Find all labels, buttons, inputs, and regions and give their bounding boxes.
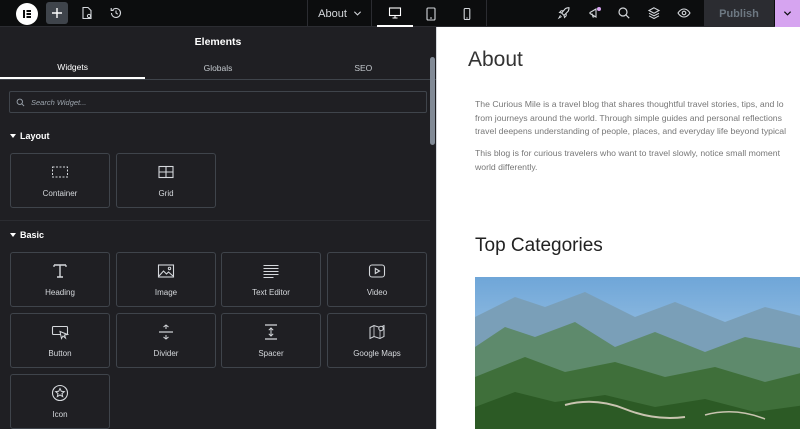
tab-seo[interactable]: SEO <box>291 56 436 79</box>
preview-button[interactable] <box>673 2 695 24</box>
top-bar: About Publish <box>0 0 800 27</box>
widget-google-maps[interactable]: Google Maps <box>327 313 427 368</box>
widget-label: Grid <box>158 189 174 198</box>
mountain-landscape-image <box>475 277 800 429</box>
page-selector[interactable]: About <box>309 0 371 27</box>
structure-button[interactable] <box>643 2 665 24</box>
section-heading[interactable]: Top Categories <box>475 235 603 257</box>
caret-down-icon <box>10 233 16 237</box>
button-icon <box>51 325 69 340</box>
heading-icon <box>53 264 67 278</box>
container-icon <box>52 166 68 178</box>
section-layout-toggle[interactable]: Layout <box>10 131 50 141</box>
text-line: This blog is for curious travelers who w… <box>475 148 780 158</box>
widget-label: Divider <box>153 349 179 358</box>
site-settings-button[interactable] <box>553 2 575 24</box>
elementor-logo-icon[interactable] <box>16 3 38 25</box>
widget-container[interactable]: Container <box>10 153 110 208</box>
publish-button[interactable]: Publish <box>704 0 774 27</box>
search-icon <box>618 7 630 19</box>
widget-label: Text Editor <box>252 288 290 297</box>
widget-image[interactable]: Image <box>116 252 216 307</box>
chevron-down-icon <box>353 11 361 16</box>
history-icon <box>110 7 122 19</box>
intro-paragraph[interactable]: The Curious Mile is a travel blog that s… <box>475 98 800 139</box>
text-line: from journeys around the world. Through … <box>475 112 782 123</box>
caret-down-icon <box>10 134 16 138</box>
widget-label: Image <box>154 288 178 297</box>
page-heading[interactable]: About <box>468 48 523 72</box>
eye-icon <box>677 8 691 18</box>
divider <box>307 0 308 27</box>
page-settings-icon <box>82 6 92 20</box>
tab-globals[interactable]: Globals <box>145 56 290 79</box>
widget-label: Heading <box>45 288 75 297</box>
widget-spacer[interactable]: Spacer <box>221 313 321 368</box>
divider-icon <box>159 324 173 340</box>
page-title: About <box>318 7 347 20</box>
widget-label: Google Maps <box>353 349 401 358</box>
widget-button[interactable]: Button <box>10 313 110 368</box>
tablet-icon <box>426 6 436 21</box>
chevron-down-icon <box>783 11 792 16</box>
rocket-icon <box>557 7 570 20</box>
widget-label: Spacer <box>258 349 284 358</box>
widget-video[interactable]: Video <box>327 252 427 307</box>
section-basic-toggle[interactable]: Basic <box>10 230 44 240</box>
history-button[interactable] <box>105 2 127 24</box>
map-icon <box>369 324 385 340</box>
divider <box>371 0 372 27</box>
tab-widgets[interactable]: Widgets <box>0 56 146 79</box>
image-icon <box>157 264 175 278</box>
widget-icon[interactable]: Icon <box>10 374 110 429</box>
elements-panel: Elements Widgets Globals SEO Layout Cont… <box>0 27 436 429</box>
panel-scrollbar[interactable] <box>430 57 435 145</box>
grid-icon <box>158 165 174 179</box>
section-divider <box>0 220 430 221</box>
widget-grid[interactable]: Grid <box>116 153 216 208</box>
device-tablet-button[interactable] <box>413 0 449 27</box>
text-line: travel deepens understanding of people, … <box>475 126 787 136</box>
whats-new-button[interactable] <box>584 2 606 24</box>
section-title: Basic <box>20 230 45 240</box>
widget-label: Container <box>42 189 78 198</box>
video-icon <box>368 264 386 278</box>
widget-label: Icon <box>52 410 68 419</box>
category-image[interactable] <box>475 277 800 429</box>
text-line: world differently. <box>475 161 538 172</box>
spacer-icon <box>265 324 277 340</box>
search-widget <box>9 91 427 113</box>
search-input[interactable] <box>31 97 411 107</box>
widget-label: Button <box>48 349 72 358</box>
mobile-icon <box>463 7 471 20</box>
panel-tabs: Widgets Globals SEO <box>0 56 436 80</box>
layers-icon <box>647 7 661 20</box>
widget-label: Video <box>366 288 388 297</box>
text-line: The Curious Mile is a travel blog that s… <box>475 99 784 109</box>
desktop-icon <box>388 6 402 19</box>
plus-icon <box>52 8 62 18</box>
star-icon <box>51 384 69 402</box>
widget-heading[interactable]: Heading <box>10 252 110 307</box>
search-icon <box>16 98 25 106</box>
widget-divider[interactable]: Divider <box>116 313 216 368</box>
widget-text-editor[interactable]: Text Editor <box>221 252 321 307</box>
panel-title: Elements <box>194 35 242 48</box>
text-editor-icon <box>263 264 279 279</box>
preview-canvas: About The Curious Mile is a travel blog … <box>436 27 800 429</box>
device-mobile-button[interactable] <box>449 0 485 27</box>
device-desktop-button[interactable] <box>377 0 413 27</box>
publish-options-button[interactable] <box>775 0 800 27</box>
section-title: Layout <box>20 131 50 141</box>
finder-button[interactable] <box>613 2 635 24</box>
add-element-button[interactable] <box>46 2 68 24</box>
divider <box>486 0 487 27</box>
announcement-icon <box>589 7 601 18</box>
page-settings-button[interactable] <box>76 2 98 24</box>
audience-paragraph[interactable]: This blog is for curious travelers who w… <box>475 147 800 174</box>
notification-dot <box>597 7 601 11</box>
